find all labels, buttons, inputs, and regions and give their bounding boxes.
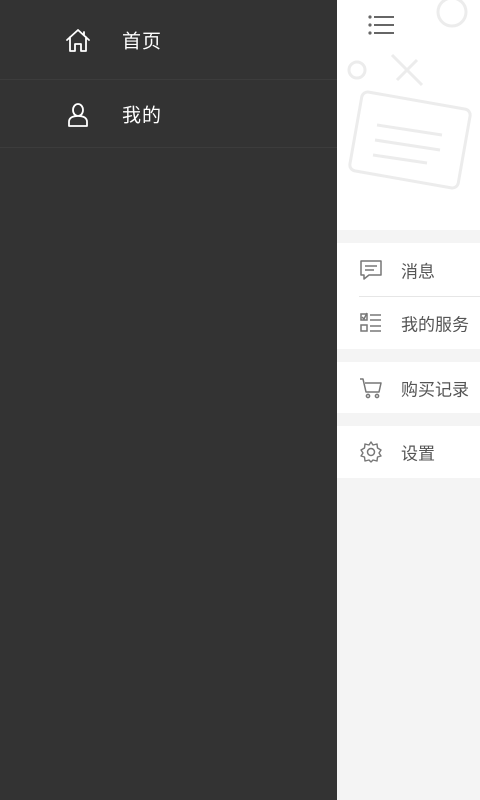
menu-item-label: 消息: [401, 262, 435, 282]
gear-icon: [360, 441, 382, 463]
menu-item-my-services[interactable]: 我的服务: [337, 296, 480, 349]
message-icon: [360, 259, 382, 280]
profile-header: [337, 0, 480, 230]
main-content: 消息 我的服务 购买记录 设置: [337, 0, 480, 800]
menu-item-settings[interactable]: 设置: [337, 426, 480, 478]
header-decoration: [347, 0, 472, 190]
menu-item-messages[interactable]: 消息: [337, 243, 480, 296]
menu-group-2: 购买记录: [337, 362, 480, 413]
menu-group-1: 消息 我的服务: [337, 243, 480, 349]
drawer-item-home[interactable]: 首页: [0, 0, 337, 80]
drawer-item-mine[interactable]: 我的: [0, 80, 337, 148]
service-list-icon: [360, 312, 381, 332]
drawer-item-label: 我的: [122, 104, 163, 126]
menu-item-label: 购买记录: [401, 380, 469, 401]
cart-icon: [360, 378, 382, 399]
menu-item-label: 设置: [401, 444, 435, 465]
navigation-drawer: 首页 我的: [0, 0, 337, 800]
user-icon: [68, 102, 88, 127]
menu-icon[interactable]: [367, 14, 395, 36]
home-icon: [66, 28, 90, 52]
menu-item-purchase-history[interactable]: 购买记录: [337, 362, 480, 414]
menu-item-label: 我的服务: [401, 315, 469, 335]
drawer-item-label: 首页: [122, 30, 163, 52]
menu-group-3: 设置: [337, 426, 480, 478]
